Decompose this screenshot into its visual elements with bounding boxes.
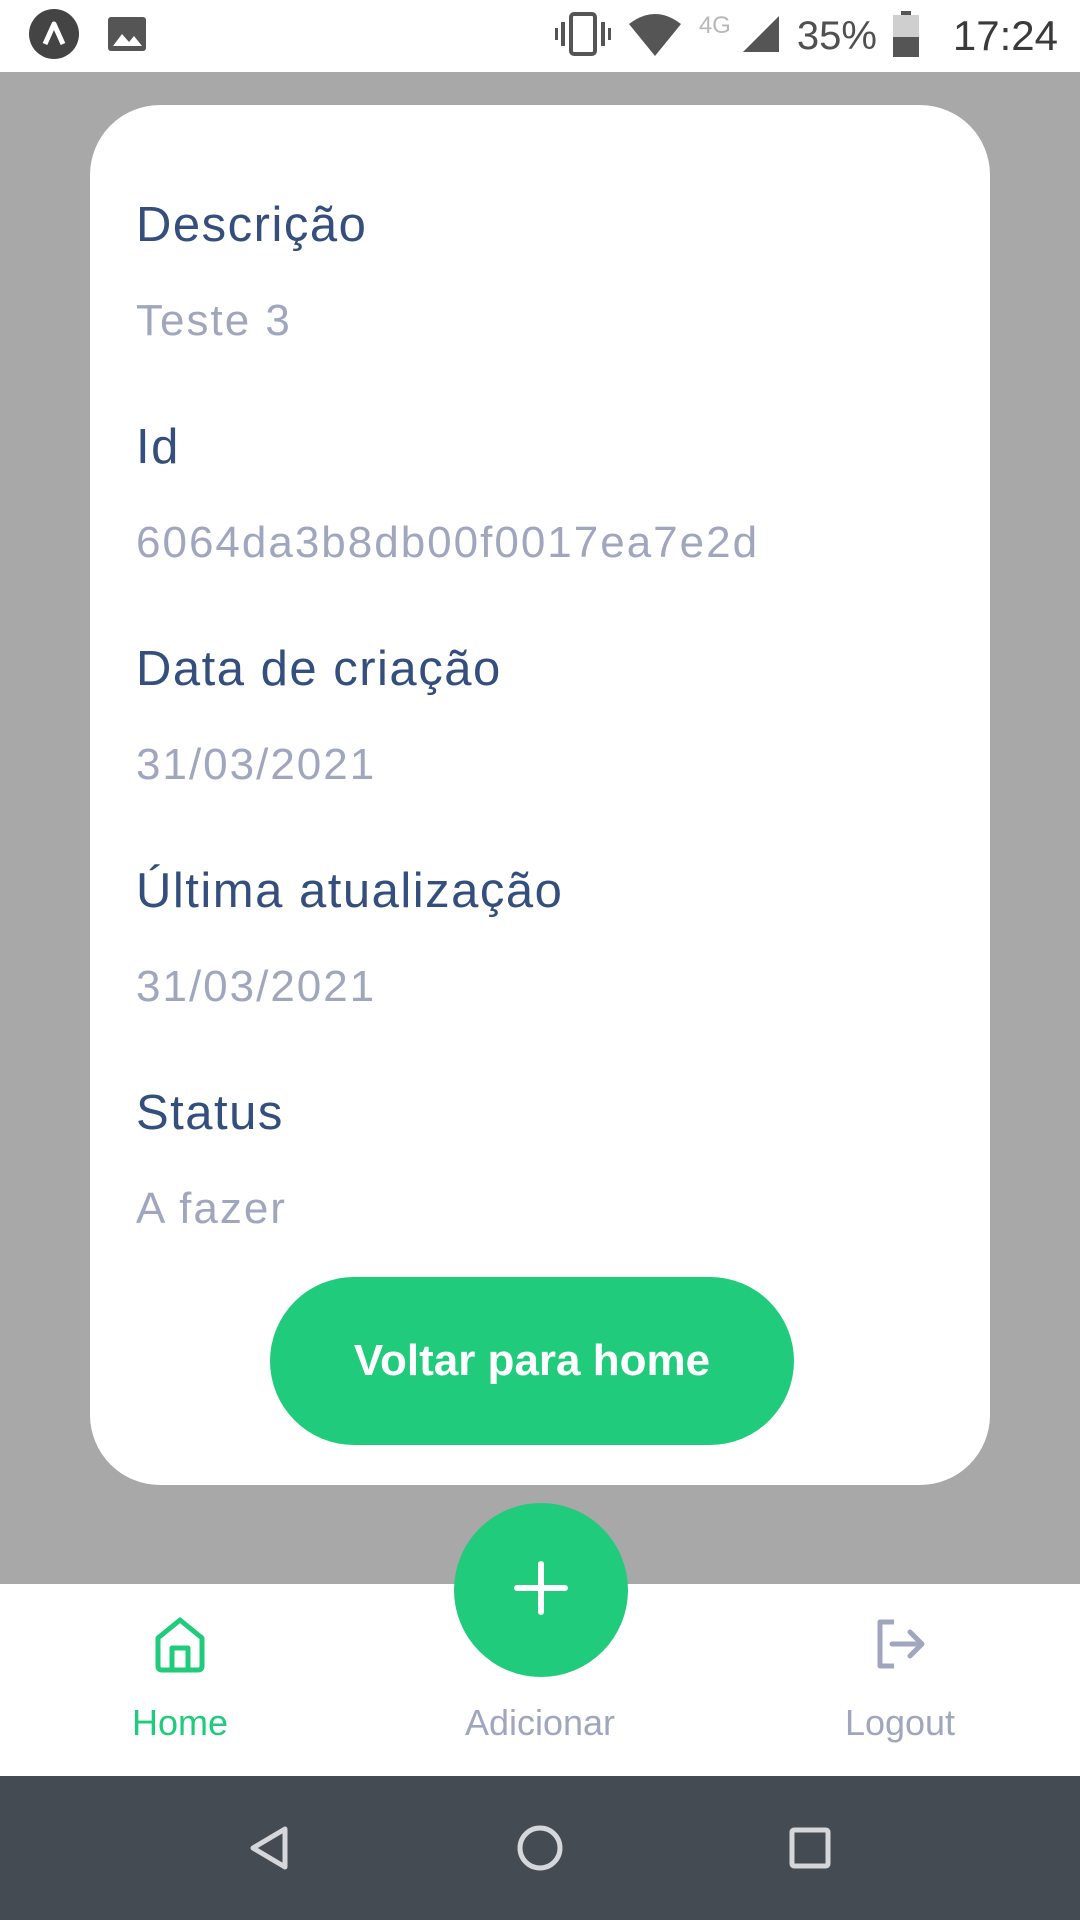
logout-icon (868, 1612, 932, 1676)
battery-icon (892, 10, 919, 62)
field-value: 31/03/2021 (136, 740, 377, 789)
field-label: Última atualização (136, 864, 564, 918)
tab-add-label: Adicionar (464, 1702, 616, 1743)
back-to-home-button[interactable]: Voltar para home (270, 1277, 794, 1445)
signal-icon (741, 14, 781, 59)
field-label: Id (136, 420, 180, 474)
status-bar: 4G 35% 17:24 (0, 0, 1080, 72)
app-a-icon (28, 8, 80, 65)
clock: 17:24 (952, 12, 1058, 59)
system-nav-bar (0, 1776, 1080, 1920)
back-nav-icon[interactable] (234, 1812, 306, 1884)
tab-home-label: Home (131, 1702, 229, 1743)
plus-icon (513, 1560, 569, 1621)
field-created-date: Data de criação 31/03/2021 (136, 621, 944, 843)
recent-apps-nav-icon[interactable] (774, 1812, 846, 1884)
add-task-button[interactable] (454, 1503, 628, 1677)
field-last-updated: Última atualização 31/03/2021 (136, 843, 944, 1065)
home-nav-icon[interactable] (504, 1812, 576, 1884)
field-value: A fazer (136, 1184, 287, 1233)
battery-percent: 35% (796, 13, 877, 58)
screen: 4G 35% 17:24 Descrição Teste 3 Id 6064da… (0, 0, 1080, 1920)
tab-logout[interactable]: Logout (750, 1584, 1050, 1776)
field-label: Status (136, 1086, 284, 1140)
tab-home[interactable]: Home (30, 1584, 330, 1776)
field-description: Descrição Teste 3 (136, 177, 944, 399)
field-id: Id 6064da3b8db00f0017ea7e2d (136, 399, 944, 621)
home-icon (148, 1612, 212, 1676)
tab-logout-label: Logout (844, 1702, 956, 1743)
field-value: Teste 3 (136, 296, 292, 345)
image-icon (106, 13, 148, 60)
field-label: Descrição (136, 198, 368, 252)
field-label: Data de criação (136, 642, 502, 696)
field-value: 6064da3b8db00f0017ea7e2d (136, 518, 760, 567)
field-status: Status A fazer (136, 1065, 944, 1287)
task-details-card: Descrição Teste 3 Id 6064da3b8db00f0017e… (90, 105, 990, 1485)
wifi-icon (627, 12, 683, 61)
field-value: 31/03/2021 (136, 962, 377, 1011)
network-type-label: 4G (698, 12, 731, 39)
vibrate-icon (554, 10, 611, 63)
